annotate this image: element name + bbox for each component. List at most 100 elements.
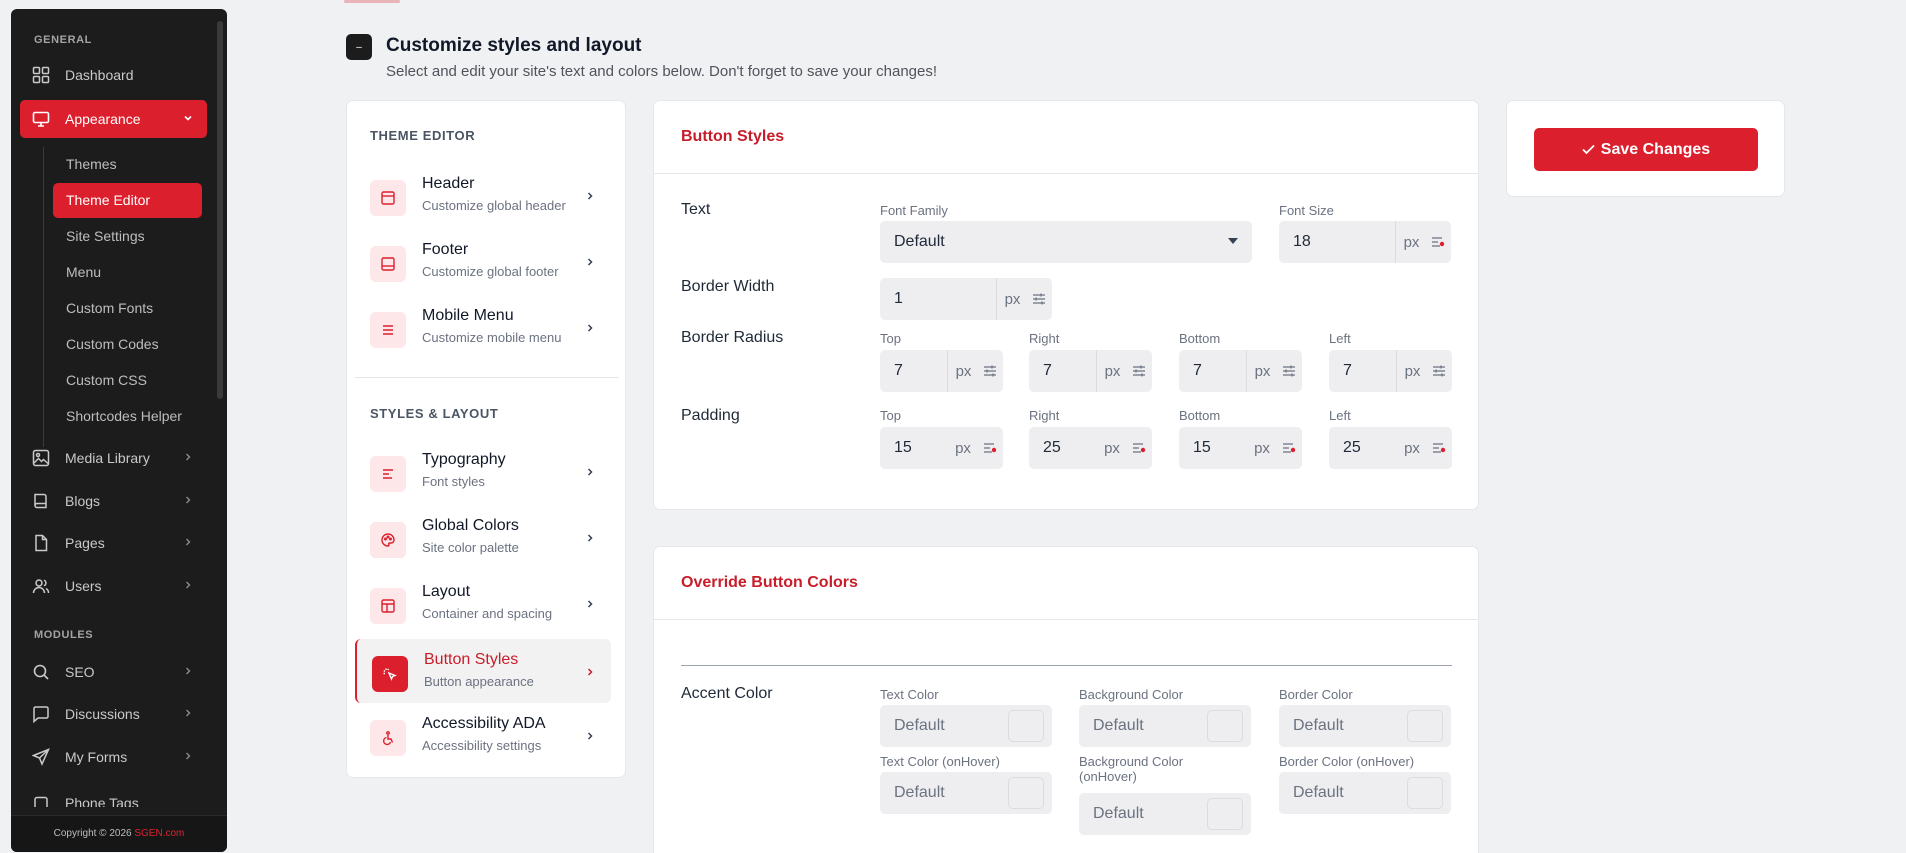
nav-item-subtitle: Font styles bbox=[422, 474, 485, 489]
sidebar-item-users[interactable]: Users bbox=[20, 567, 207, 605]
color-swatch[interactable] bbox=[1008, 777, 1044, 809]
color-swatch[interactable] bbox=[1407, 710, 1443, 742]
sidebar-item-label: Blogs bbox=[65, 493, 101, 509]
padding-top-input[interactable]: 15 px bbox=[880, 427, 1003, 469]
responsive-settings-icon[interactable] bbox=[977, 350, 1003, 392]
copyright-text: Copyright © 2026 bbox=[53, 828, 132, 839]
nav-item-global-colors[interactable]: Global Colors Site color palette bbox=[355, 505, 611, 569]
border-radius-left-value: 7 bbox=[1343, 362, 1352, 379]
save-changes-button[interactable]: Save Changes bbox=[1534, 128, 1758, 171]
chat-icon bbox=[31, 704, 51, 724]
padding-bottom-input[interactable]: 15 px bbox=[1179, 427, 1302, 469]
submenu-item-theme-editor[interactable]: Theme Editor bbox=[66, 192, 150, 208]
nav-item-typography[interactable]: Typography Font styles bbox=[355, 439, 611, 503]
nav-item-mobile-menu[interactable]: Mobile Menu Customize mobile menu bbox=[355, 295, 611, 359]
nav-item-header[interactable]: Header Customize global header bbox=[355, 163, 611, 227]
responsive-settings-icon[interactable] bbox=[1426, 350, 1452, 392]
border-width-input[interactable]: 1 px bbox=[880, 278, 1052, 320]
sidebar-item-pages[interactable]: Pages bbox=[20, 524, 207, 562]
nav-item-subtitle: Customize global footer bbox=[422, 264, 559, 279]
sidebar-item-phone-tags[interactable]: Phone Tags bbox=[20, 783, 207, 807]
border-radius-right-value: 7 bbox=[1043, 362, 1052, 379]
brand-link[interactable]: SGEN.com bbox=[134, 828, 184, 839]
field-label-left: Left bbox=[1329, 408, 1351, 423]
field-label-right: Right bbox=[1029, 331, 1060, 346]
responsive-settings-icon[interactable] bbox=[1126, 350, 1152, 392]
submenu-item-custom-codes[interactable]: Custom Codes bbox=[66, 336, 159, 352]
submenu-item-custom-css[interactable]: Custom CSS bbox=[66, 372, 147, 388]
color-swatch[interactable] bbox=[1207, 710, 1243, 742]
padding-left-input[interactable]: 25 px bbox=[1329, 427, 1452, 469]
field-label-line: Background Color bbox=[1079, 754, 1184, 769]
nav-item-button-styles[interactable]: Button Styles Button appearance bbox=[355, 639, 611, 703]
submenu-item-shortcodes-helper[interactable]: Shortcodes Helper bbox=[66, 408, 182, 424]
card-title: Button Styles bbox=[681, 128, 785, 145]
chevron-right-icon bbox=[585, 191, 595, 201]
background-color-hover-input[interactable]: Default bbox=[1079, 793, 1251, 835]
nav-item-layout[interactable]: Layout Container and spacing bbox=[355, 571, 611, 635]
sidebar-item-media-library[interactable]: Media Library bbox=[20, 439, 207, 477]
font-family-select[interactable]: Default bbox=[880, 221, 1252, 263]
padding-right-input[interactable]: 25 px bbox=[1029, 427, 1152, 469]
chevron-right-icon bbox=[585, 323, 595, 333]
responsive-settings-icon[interactable] bbox=[1126, 427, 1152, 469]
border-radius-right-input[interactable]: 7 px bbox=[1029, 350, 1152, 392]
page-title: Customize styles and layout bbox=[386, 35, 642, 56]
sidebar-item-appearance[interactable]: Appearance bbox=[20, 100, 207, 138]
padding-top-value: 15 bbox=[894, 439, 912, 456]
sidebar-item-seo[interactable]: SEO bbox=[20, 653, 207, 691]
color-swatch[interactable] bbox=[1407, 777, 1443, 809]
border-radius-left-input[interactable]: 7 px bbox=[1329, 350, 1452, 392]
responsive-settings-icon[interactable] bbox=[1276, 427, 1302, 469]
unit-label: px bbox=[1254, 439, 1270, 457]
responsive-settings-icon[interactable] bbox=[1026, 278, 1052, 320]
color-swatch[interactable] bbox=[1008, 710, 1044, 742]
text-color-hover-input[interactable]: Default bbox=[880, 772, 1052, 814]
button-styles-card: Button Styles Text Font Family Default F… bbox=[653, 100, 1479, 510]
submenu-item-custom-fonts[interactable]: Custom Fonts bbox=[66, 300, 153, 316]
border-color-input[interactable]: Default bbox=[1279, 705, 1451, 747]
sidebar-scrollbar[interactable] bbox=[217, 21, 223, 399]
sidebar-item-label: Discussions bbox=[65, 706, 140, 722]
sidebar-item-my-forms[interactable]: My Forms bbox=[20, 738, 207, 776]
unit-label: px bbox=[1395, 221, 1425, 263]
border-radius-top-input[interactable]: 7 px bbox=[880, 350, 1003, 392]
background-color-input[interactable]: Default bbox=[1079, 705, 1251, 747]
responsive-settings-icon[interactable] bbox=[1426, 427, 1452, 469]
color-swatch[interactable] bbox=[1207, 798, 1243, 830]
border-radius-bottom-value: 7 bbox=[1193, 362, 1202, 379]
row-label-text: Text bbox=[681, 201, 711, 218]
sidebar-item-blogs[interactable]: Blogs bbox=[20, 482, 207, 520]
sidebar: GENERAL Dashboard Appearance Themes Them… bbox=[11, 9, 227, 852]
nav-item-footer[interactable]: Footer Customize global footer bbox=[355, 229, 611, 293]
responsive-settings-icon[interactable] bbox=[1425, 221, 1451, 263]
border-radius-bottom-input[interactable]: 7 px bbox=[1179, 350, 1302, 392]
collapse-icon[interactable]: – bbox=[346, 34, 372, 60]
nav-section-styles-layout: STYLES & LAYOUT bbox=[370, 406, 499, 421]
text-color-input[interactable]: Default bbox=[880, 705, 1052, 747]
field-label-font-family: Font Family bbox=[880, 203, 948, 218]
image-icon bbox=[31, 448, 51, 468]
responsive-settings-icon[interactable] bbox=[977, 427, 1003, 469]
nav-item-subtitle: Customize global header bbox=[422, 198, 566, 213]
menu-lines-icon bbox=[370, 312, 406, 348]
submenu-guide-line bbox=[43, 147, 44, 447]
chevron-right-icon bbox=[182, 665, 194, 677]
submenu-item-menu[interactable]: Menu bbox=[66, 264, 101, 280]
submenu-item-themes[interactable]: Themes bbox=[66, 156, 117, 172]
sidebar-item-dashboard[interactable]: Dashboard bbox=[20, 56, 207, 94]
font-size-value: 18 bbox=[1293, 233, 1311, 250]
field-label-background-color-hover: Background Color (onHover) bbox=[1079, 754, 1183, 784]
accessibility-icon bbox=[370, 720, 406, 756]
font-size-input[interactable]: 18 px bbox=[1279, 221, 1451, 263]
responsive-settings-icon[interactable] bbox=[1276, 350, 1302, 392]
submenu-item-site-settings[interactable]: Site Settings bbox=[66, 228, 145, 244]
text-color-hover-value: Default bbox=[894, 784, 945, 801]
check-icon bbox=[1582, 144, 1595, 155]
font-family-value: Default bbox=[894, 233, 945, 250]
border-color-hover-input[interactable]: Default bbox=[1279, 772, 1451, 814]
chevron-right-icon bbox=[182, 536, 194, 548]
sidebar-item-discussions[interactable]: Discussions bbox=[20, 695, 207, 733]
nav-item-accessibility-ada[interactable]: Accessibility ADA Accessibility settings bbox=[355, 703, 611, 767]
card-title: Override Button Colors bbox=[681, 574, 858, 591]
